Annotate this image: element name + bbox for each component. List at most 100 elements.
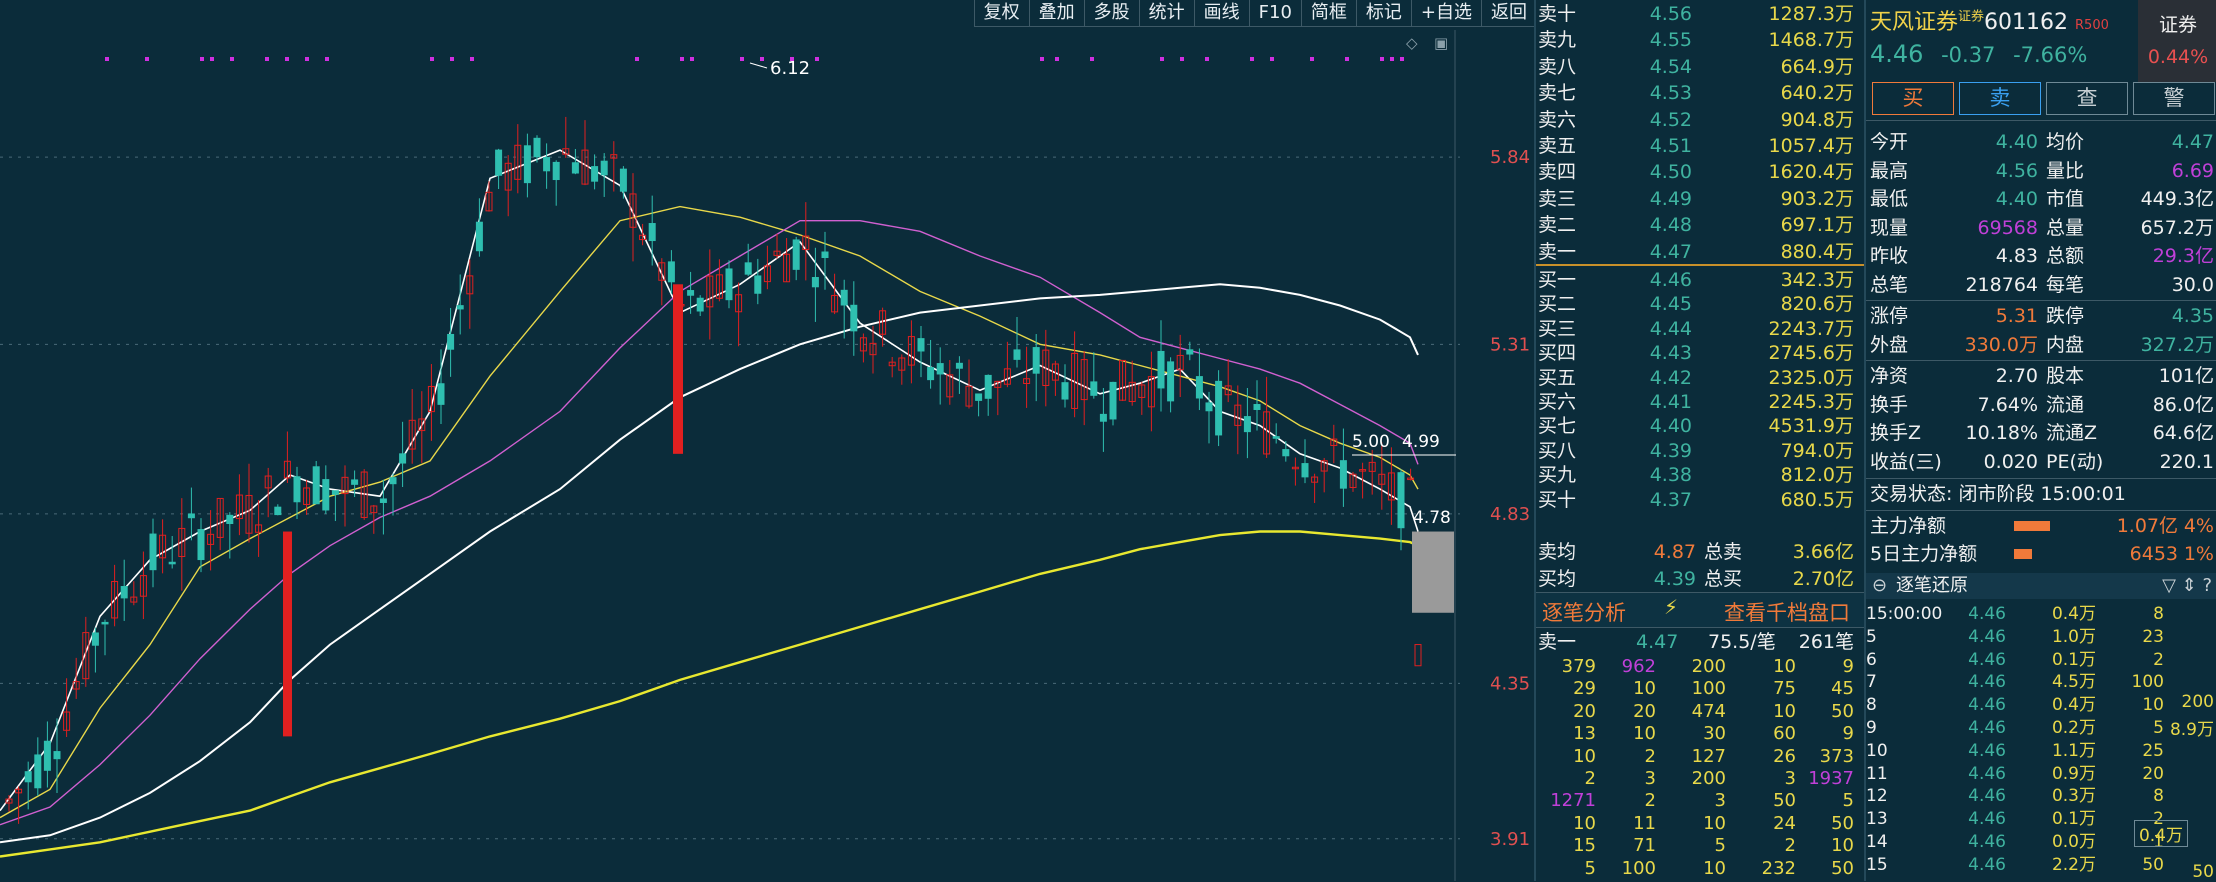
tick-cell: 5 bbox=[1584, 857, 1596, 879]
candle-body bbox=[754, 275, 762, 294]
sub-tick-cell: 50 bbox=[2142, 854, 2164, 875]
tick-cell: 373 bbox=[1819, 745, 1854, 767]
lightning-icon[interactable]: ⚡ bbox=[1664, 595, 1678, 619]
tick-analysis-header: 逐笔分析 ⚡ 查看千档盘口 bbox=[1536, 592, 1864, 628]
signal-marker bbox=[210, 57, 214, 61]
limit-up-bar bbox=[673, 284, 683, 454]
quote-row: 收益(三) 0.020 PE(动) 220.1 bbox=[1866, 448, 2216, 477]
candle-body bbox=[1272, 436, 1280, 439]
sub-tick-cell: 13 bbox=[1866, 809, 1888, 830]
sub-tick-cell: 4.46 bbox=[1968, 649, 2006, 670]
summary-total-value: 2.70亿 bbox=[1792, 568, 1854, 590]
ask-bid-divider bbox=[1536, 264, 1864, 266]
candle-body bbox=[1215, 380, 1223, 436]
toolbar-button-2[interactable]: 多股 bbox=[1083, 0, 1139, 27]
toolbar-button-7[interactable]: 标记 bbox=[1355, 0, 1411, 27]
book-summary-row: 买均 4.39 总买 2.70亿 bbox=[1536, 565, 1864, 593]
candle-body bbox=[475, 221, 483, 252]
candle-body bbox=[274, 506, 282, 516]
ask-row[interactable]: 卖四 4.50 1620.4万 bbox=[1536, 158, 1864, 187]
toolbar-button-6[interactable]: 简框 bbox=[1300, 0, 1356, 27]
quote-value: 0.020 bbox=[1983, 450, 2038, 473]
quote-value: 218764 bbox=[1965, 274, 2038, 296]
level-label: 卖十 bbox=[1538, 3, 1577, 25]
sub-tick-cell: 4.46 bbox=[1968, 854, 2006, 875]
toolbar-button-9[interactable]: 返回 bbox=[1481, 0, 1536, 27]
filter-sort-icons[interactable]: ▽ ⇕ ? bbox=[2162, 573, 2212, 599]
ask-row[interactable]: 卖十 4.56 1287.3万 bbox=[1536, 0, 1864, 29]
tick-row: 15 71 5 2 10 bbox=[1536, 835, 1864, 857]
trade-button-3[interactable]: 警 bbox=[2133, 82, 2215, 115]
tick-cell: 1937 bbox=[1808, 768, 1854, 789]
kline-chart[interactable]: 5.84 5.31 4.83 4.35 3.91 6.12 5.00 4.99 4.78 ◇ ▣ bbox=[0, 0, 1534, 881]
candle-body bbox=[917, 338, 925, 352]
sub-tick-side-value: 50 bbox=[2192, 862, 2214, 882]
toolbar-button-8[interactable]: +自选 bbox=[1410, 0, 1481, 27]
trade-button-0[interactable]: 买 bbox=[1872, 82, 1954, 115]
level-label: 卖九 bbox=[1538, 29, 1577, 52]
candle-body bbox=[351, 479, 359, 485]
signal-marker bbox=[1090, 57, 1094, 61]
sector-badge[interactable]: 证券 0.44% bbox=[2138, 0, 2216, 82]
ask-row[interactable]: 卖七 4.53 640.2万 bbox=[1536, 79, 1864, 108]
tick-analysis-tab[interactable]: 逐笔分析 bbox=[1542, 597, 1626, 627]
ask-row[interactable]: 卖二 4.48 697.1万 bbox=[1536, 211, 1864, 240]
trade-button-2[interactable]: 查 bbox=[2046, 82, 2128, 115]
quote-row: 外盘 330.0万 内盘 327.2万 bbox=[1866, 331, 2216, 360]
sub-tick-cell: 2.2万 bbox=[2051, 854, 2096, 875]
sub-tick-cell: 8 bbox=[1866, 695, 1877, 716]
quote-label: 换手Z bbox=[1870, 422, 1922, 445]
ask-row[interactable]: 卖一 4.47 880.4万 bbox=[1536, 238, 1864, 267]
candle-body bbox=[850, 304, 858, 332]
sub-tick-cell: 10 bbox=[2142, 695, 2164, 716]
trade-button-1[interactable]: 卖 bbox=[1959, 82, 2041, 115]
quote-value: 4.47 bbox=[2171, 131, 2214, 153]
candle-body bbox=[648, 223, 656, 242]
capital-flow-row: 5日主力净额6453万1% bbox=[1866, 540, 2216, 593]
y-axis-label: 4.83 bbox=[1490, 504, 1530, 525]
quote-value: 4.83 bbox=[1995, 245, 2038, 268]
signal-marker bbox=[450, 57, 454, 61]
bid-row[interactable]: 买十 4.37 680.5万 bbox=[1536, 486, 1864, 515]
chart-toolbar: 复权 叠加 多股 统计 画线 F10 简框 标记 +自选 返回 bbox=[973, 0, 1536, 27]
ask-row[interactable]: 卖六 4.52 904.8万 bbox=[1536, 106, 1864, 135]
toolbar-button-5[interactable]: F10 bbox=[1248, 0, 1301, 27]
quote-row: 现量 69568 总量 657.2万 bbox=[1866, 214, 2216, 243]
level-volume: 904.8万 bbox=[1780, 108, 1854, 131]
kline-chart-area[interactable]: 5.84 5.31 4.83 4.35 3.91 6.12 5.00 4.99 4.78 ◇ ▣ 复… bbox=[0, 0, 1536, 881]
toolbar-button-4[interactable]: 画线 bbox=[1193, 0, 1249, 27]
candle-body bbox=[792, 239, 800, 270]
sub-tick-cell: 100 bbox=[2131, 672, 2164, 693]
tick-row: 5 100 10 232 50 bbox=[1536, 858, 1864, 880]
level-volume: 1057.4万 bbox=[1768, 135, 1854, 157]
signal-marker bbox=[760, 57, 764, 61]
ask-row[interactable]: 卖九 4.55 1468.7万 bbox=[1536, 26, 1864, 55]
candle-body bbox=[389, 477, 397, 485]
quote-value: 69568 bbox=[1977, 216, 2038, 239]
toolbar-button-3[interactable]: 统计 bbox=[1138, 0, 1194, 27]
toolbar-button-1[interactable]: 叠加 bbox=[1028, 0, 1084, 27]
quote-label: 市值 bbox=[2046, 188, 2085, 211]
sub-tick-cell: 15:00:00 bbox=[1866, 604, 1943, 624]
toolbar-button-0[interactable]: 复权 bbox=[973, 0, 1029, 27]
candle-body bbox=[399, 453, 407, 464]
moving-average-line bbox=[0, 149, 1419, 812]
limit-up-bar bbox=[283, 531, 292, 737]
quote-value: 101亿 bbox=[2158, 365, 2214, 387]
tick-summary: 卖一 4.47 75.5/笔 261笔 bbox=[1536, 628, 1864, 656]
signal-marker bbox=[230, 57, 234, 61]
quote-value: 5.31 bbox=[1995, 305, 2038, 327]
high-price-annotation: 6.12 bbox=[770, 58, 810, 79]
candle-body bbox=[226, 514, 234, 525]
collapse-icon[interactable]: ⊖ bbox=[1872, 573, 1887, 599]
view-depth-link[interactable]: 查看千档盘口 bbox=[1724, 597, 1850, 627]
ask-row[interactable]: 卖三 4.49 903.2万 bbox=[1536, 185, 1864, 214]
quote-label: 总额 bbox=[2046, 245, 2085, 268]
candle-body bbox=[955, 362, 963, 369]
ask-row[interactable]: 卖八 4.54 664.9万 bbox=[1536, 53, 1864, 82]
candle-body bbox=[1167, 361, 1175, 402]
sector-badge-pct: 0.44% bbox=[2147, 46, 2209, 68]
candle-body bbox=[1032, 347, 1040, 374]
signal-marker bbox=[305, 57, 309, 61]
ask-row[interactable]: 卖五 4.51 1057.4万 bbox=[1536, 132, 1864, 161]
